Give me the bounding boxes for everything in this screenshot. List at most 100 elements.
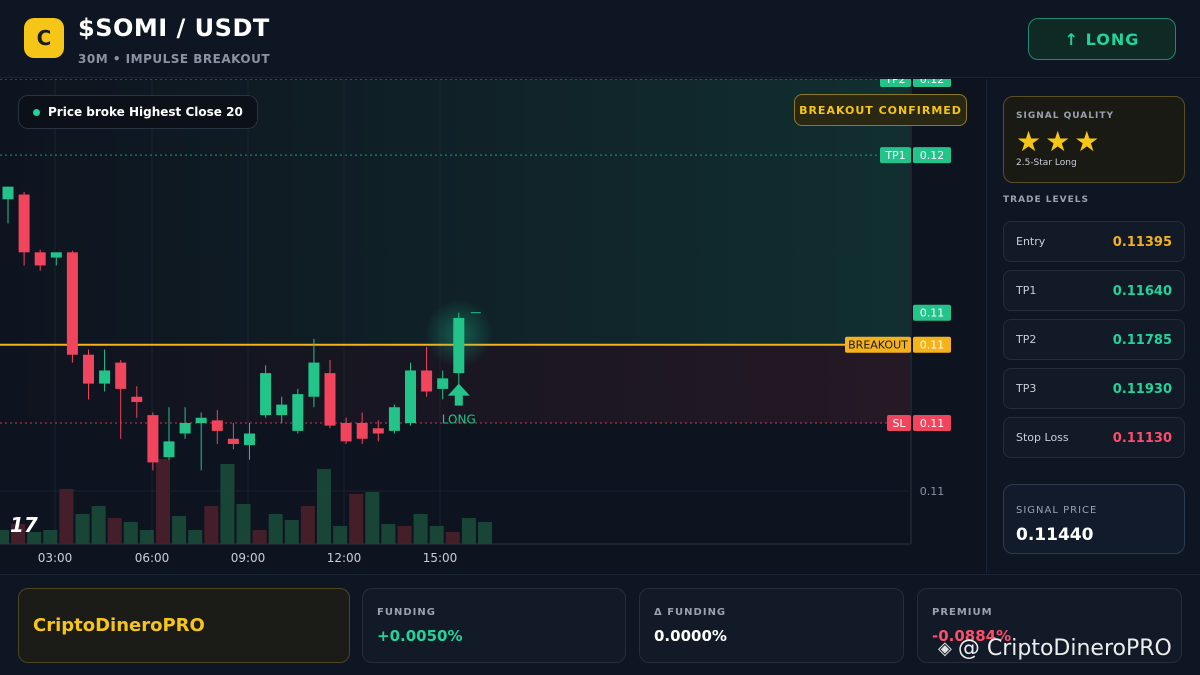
candle-body <box>227 438 239 445</box>
watermark: ◈ @ CriptoDineroPRO <box>938 636 1172 661</box>
delta-funding-card: Δ FUNDING 0.0000% <box>639 588 904 663</box>
volume-bar <box>429 526 444 544</box>
time-axis-label: 03:00 <box>38 551 73 565</box>
candle-body <box>292 394 304 431</box>
level-tp2: TP2 0.11785 <box>1003 319 1185 360</box>
price-tag-value: 0.11 <box>920 417 945 430</box>
level-key: TP3 <box>1016 382 1037 395</box>
candle <box>388 404 400 434</box>
signal-price-value: 0.11440 <box>1016 525 1094 545</box>
brand-name: CriptoDineroPRO <box>33 615 205 636</box>
candle <box>244 423 255 460</box>
volume-bar <box>59 489 74 544</box>
price-tag-value: 0.12 <box>920 149 945 162</box>
candle-body <box>34 252 46 266</box>
candle-body <box>437 378 449 389</box>
long-button[interactable]: ↑ LONG <box>1028 18 1176 60</box>
candle-body <box>244 433 255 446</box>
tradingview-logo-icon[interactable]: 17 <box>10 513 38 537</box>
binance-logo-icon: ◈ <box>938 638 952 659</box>
price-tag-value: 0.11 <box>920 307 945 320</box>
level-key: TP2 <box>1016 333 1037 346</box>
candle-body <box>388 407 400 431</box>
candle-body <box>308 362 320 397</box>
volume-bar <box>445 532 460 544</box>
level-key: Stop Loss <box>1016 431 1069 444</box>
candle <box>260 365 272 418</box>
level-tp1: TP1 0.11640 <box>1003 270 1185 311</box>
volume-axis-label: 0.11 <box>920 485 945 498</box>
level-tp3: TP3 0.11930 <box>1003 368 1185 409</box>
volume-bar <box>252 530 267 544</box>
signal-panel: SIGNAL QUALITY ★★★ 2.5-Star Long TRADE L… <box>986 79 1200 573</box>
funding-value: +0.0050% <box>377 627 463 645</box>
pair-title: $SOMI / USDT <box>78 14 270 42</box>
volume-bar <box>349 494 364 544</box>
time-axis-label: 06:00 <box>135 551 170 565</box>
candle-body <box>2 186 14 200</box>
brand-card: CriptoDineroPRO <box>18 588 350 663</box>
level-entry: Entry 0.11395 <box>1003 221 1185 262</box>
candle-body <box>340 423 352 442</box>
legend-dot-icon <box>33 108 40 116</box>
volume-bar <box>300 506 315 544</box>
watermark-text: @ CriptoDineroPRO <box>957 636 1172 661</box>
price-tag-label: TP2 <box>884 79 905 86</box>
price-tag-value: 0.11 <box>920 339 945 352</box>
price-tag-label: TP1 <box>884 149 905 162</box>
long-signal-label: LONG <box>442 413 476 427</box>
funding-label: FUNDING <box>377 607 436 618</box>
candle-body <box>405 370 416 423</box>
candle-body <box>83 354 94 384</box>
volume-bar <box>333 526 348 544</box>
legend-text: Price broke Highest Close 20 <box>48 105 243 119</box>
candle-body <box>163 441 175 458</box>
time-axis-label: 12:00 <box>327 551 362 565</box>
volume-bar <box>91 506 106 544</box>
volume-bar <box>139 530 154 544</box>
candle-body <box>99 370 111 384</box>
time-axis-label: 15:00 <box>423 551 458 565</box>
level-value: 0.11395 <box>1112 235 1172 250</box>
candle-body <box>276 404 288 416</box>
candle-body <box>66 252 78 355</box>
volume-bar <box>413 514 428 544</box>
star-rating-icon: ★★★ <box>1016 125 1104 158</box>
price-chart[interactable]: LONG 0.12 TP2 0.12 TP1 0.11 0.11 BREAKOUT 0.11 SL… <box>0 79 985 573</box>
volume-bar <box>220 464 235 544</box>
candle-body <box>131 396 143 402</box>
chart-canvas[interactable]: LONG 0.12 TP2 0.12 TP1 0.11 0.11 BREAKOUT 0.11 SL… <box>0 79 985 573</box>
signal-quality-note: 2.5-Star Long <box>1016 158 1077 168</box>
level-value: 0.11930 <box>1112 382 1172 397</box>
signal-quality-card: SIGNAL QUALITY ★★★ 2.5-Star Long <box>1003 96 1185 183</box>
volume-bar <box>43 530 58 544</box>
delta-funding-label: Δ FUNDING <box>654 607 727 618</box>
level-value: 0.11785 <box>1112 333 1172 348</box>
premium-label: PREMIUM <box>932 607 993 618</box>
candle <box>195 412 207 471</box>
volume-bar <box>284 520 299 544</box>
funding-card: FUNDING +0.0050% <box>362 588 626 663</box>
volume-bar <box>381 524 396 544</box>
level-key: Entry <box>1016 235 1046 248</box>
signal-quality-label: SIGNAL QUALITY <box>1016 111 1114 121</box>
candle <box>372 420 384 442</box>
candle-body <box>356 423 368 439</box>
delta-funding-value: 0.0000% <box>654 627 727 645</box>
candle-body <box>147 415 159 463</box>
chart-legend: Price broke Highest Close 20 <box>18 95 258 129</box>
volume-bar <box>107 518 122 544</box>
volume-bar <box>0 530 9 544</box>
volume-bar <box>75 514 90 544</box>
volume-bar <box>268 514 283 544</box>
pair-subtitle: 30M • IMPULSE BREAKOUT <box>78 52 271 66</box>
candle-body <box>453 317 465 374</box>
candle <box>292 388 304 434</box>
candle-body <box>179 423 191 434</box>
volume-bar <box>204 506 219 544</box>
volume-bar <box>172 516 187 544</box>
candle <box>405 362 416 426</box>
candle <box>147 412 159 471</box>
breakout-badge: BREAKOUT CONFIRMED <box>794 94 967 126</box>
candle-body <box>260 373 272 416</box>
